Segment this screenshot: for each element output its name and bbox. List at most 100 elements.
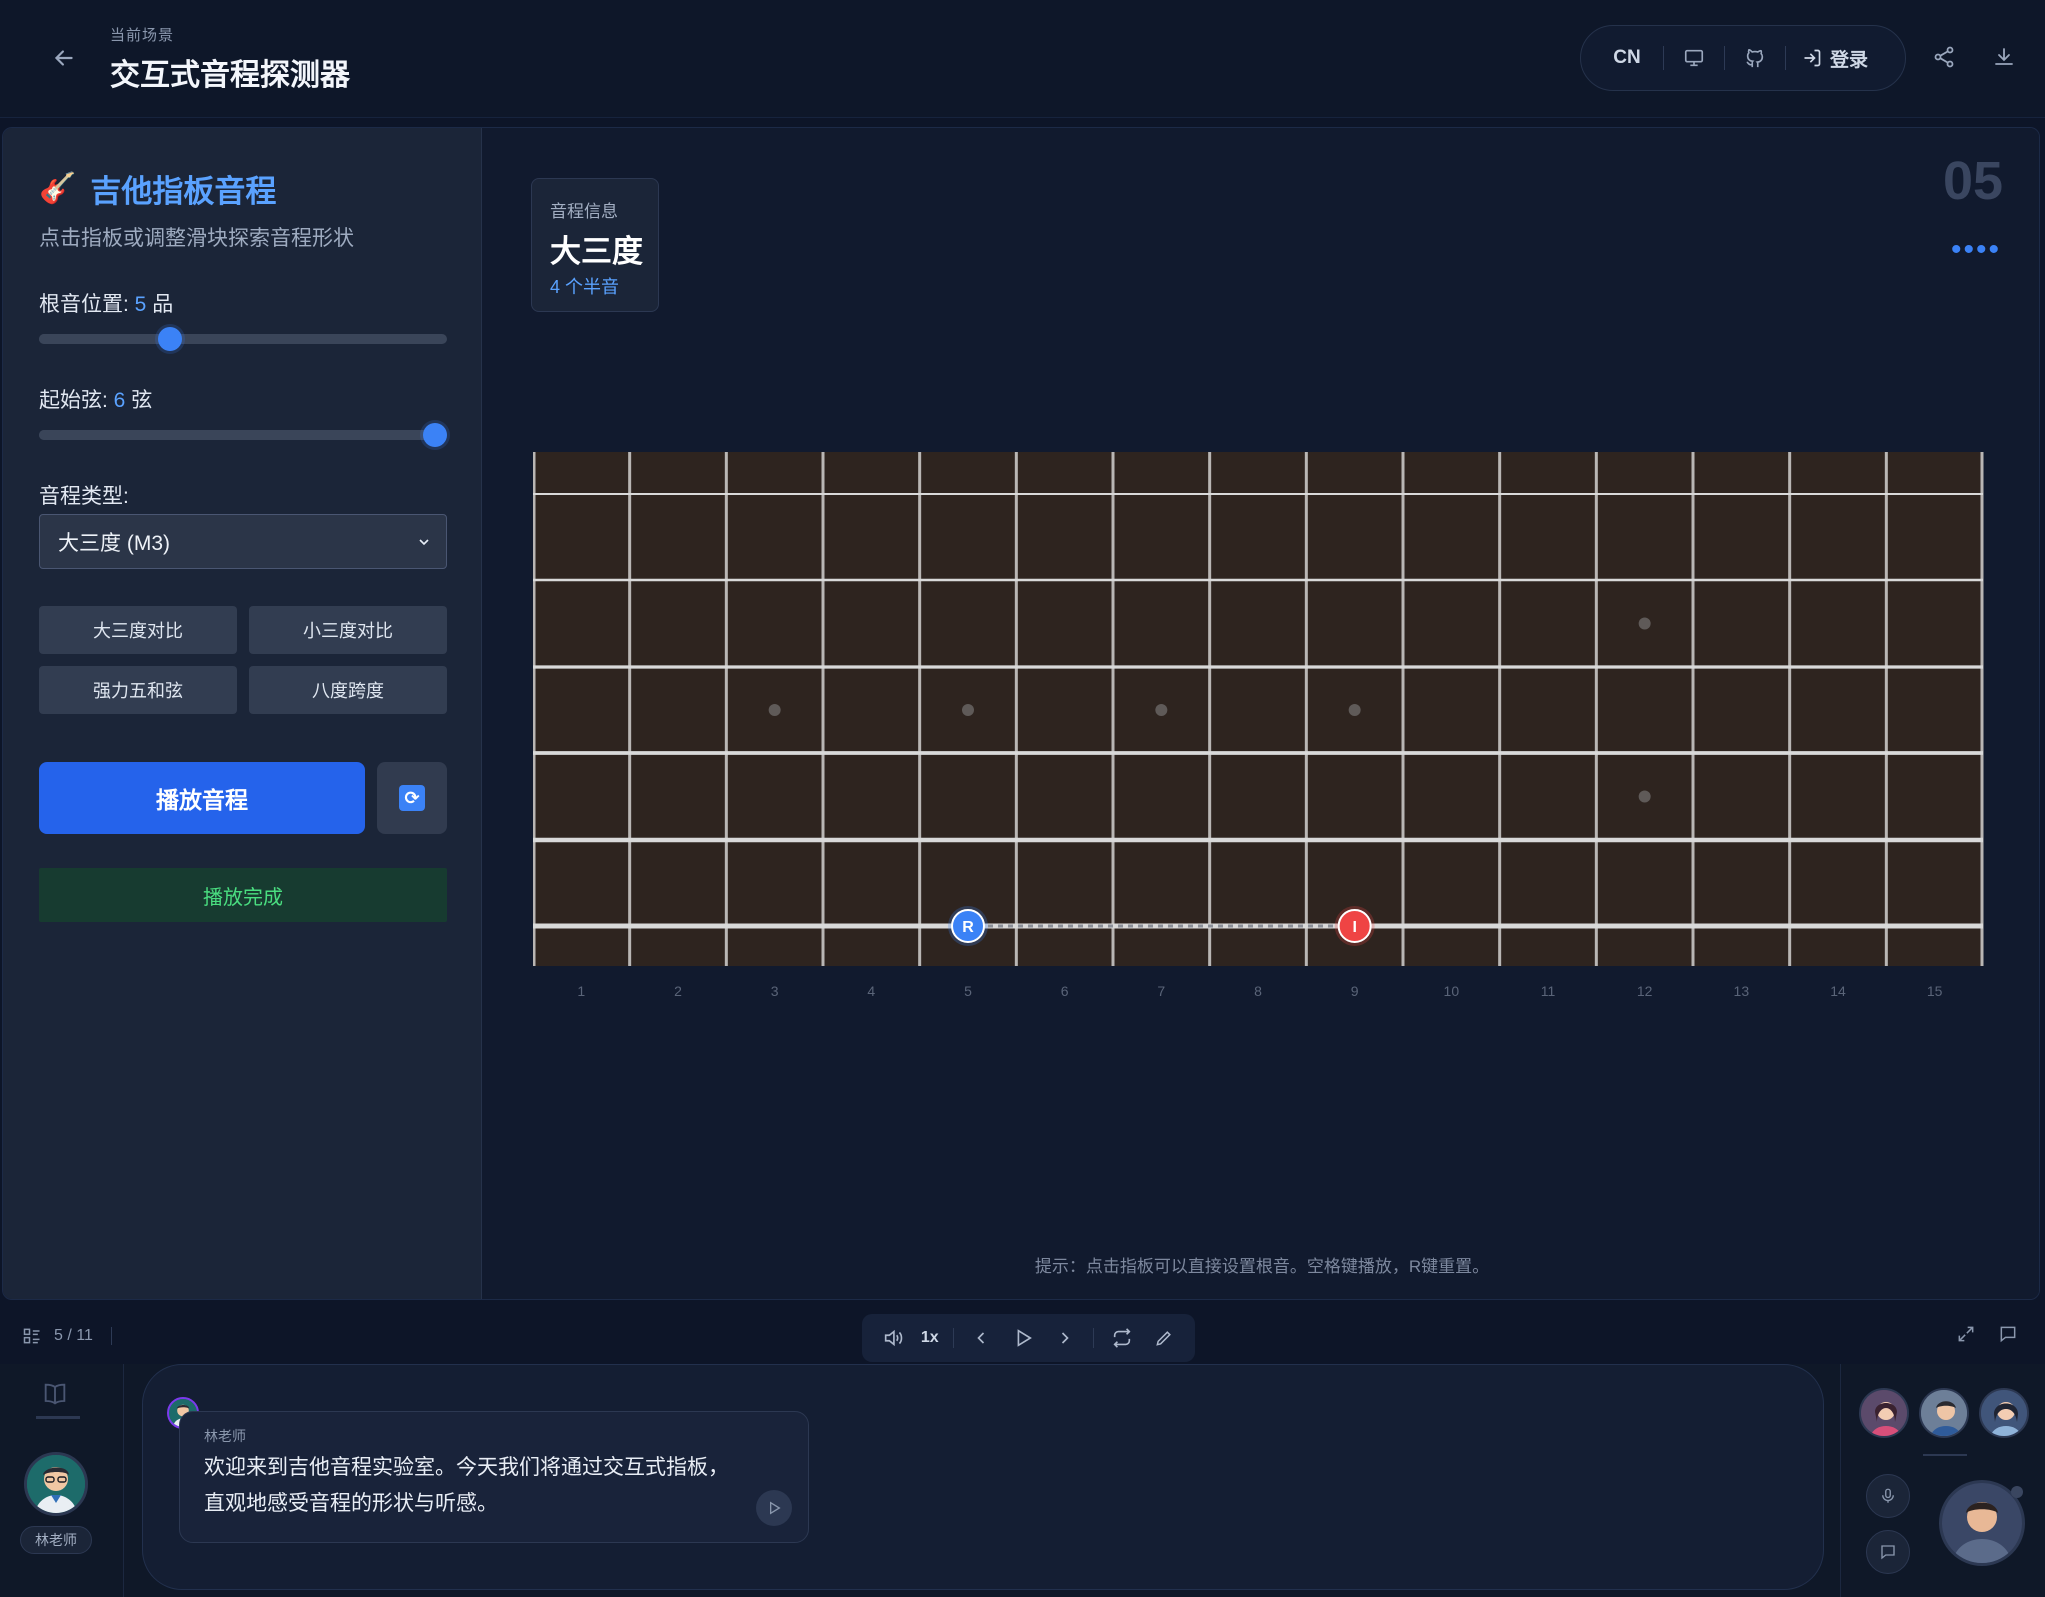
- play-audio-icon[interactable]: [756, 1490, 792, 1526]
- next-icon[interactable]: [1051, 1324, 1079, 1352]
- back-icon[interactable]: [44, 38, 84, 78]
- string-value: 6: [113, 389, 126, 412]
- fret-number: 4: [867, 983, 875, 999]
- panel-title: 🎸 吉他指板音程: [39, 166, 276, 211]
- tab-indicator: [36, 1416, 80, 1419]
- semitone-suffix: 个半音: [565, 277, 620, 297]
- fret-number: 9: [1351, 983, 1359, 999]
- fullscreen-icon[interactable]: [1956, 1324, 1976, 1344]
- login-button[interactable]: 登录: [1802, 45, 1868, 72]
- fretboard-body: [533, 452, 1983, 966]
- divider: [952, 1328, 954, 1348]
- microphone-button[interactable]: [1866, 1474, 1910, 1518]
- speed-control[interactable]: 1x: [921, 1329, 939, 1347]
- book-icon[interactable]: [40, 1380, 72, 1410]
- slider-thumb[interactable]: [158, 327, 183, 351]
- chat-message: 欢迎来到吉他音程实验室。今天我们将通过交互式指板，直观地感受音程的形状与听感。: [204, 1456, 729, 1515]
- student-avatar[interactable]: [1979, 1388, 2029, 1438]
- status-dot: [2011, 1486, 2023, 1498]
- teacher-name-chip: 林老师: [20, 1526, 92, 1554]
- chevron-down-icon: [419, 538, 429, 545]
- select-value: 大三度 (M3): [58, 531, 170, 555]
- playback-control-bar: 5 / 11 1x: [0, 1310, 2045, 1366]
- refresh-icon: ⟳: [399, 785, 425, 811]
- slide-number: 05: [1943, 151, 2004, 211]
- preset-power-chord[interactable]: 强力五和弦: [39, 666, 237, 714]
- guitar-fretboard[interactable]: R I1 2 3 4 5 6 7 8 9 10 11 12 13 14 15: [533, 452, 1993, 1012]
- page-title: 交互式音程探测器: [110, 59, 350, 92]
- classroom-area: 林老师 林老师 欢迎来到吉他音程实验室。今天我们将通过交互式指板，直观地感受音程…: [0, 1364, 2045, 1597]
- fret-inlay-dot: [1638, 617, 1651, 630]
- pen-icon[interactable]: [1150, 1324, 1178, 1352]
- interval-type-select[interactable]: 大三度 (M3): [39, 514, 447, 569]
- interval-info-card: 音程信息 大三度 4 个半音: [531, 178, 659, 312]
- share-icon[interactable]: [1924, 37, 1964, 77]
- fret-inlay-dot: [1638, 790, 1651, 803]
- fret-number: 1: [577, 983, 585, 999]
- semitone-value: 4: [550, 277, 561, 297]
- root-note-marker-label: R: [962, 919, 974, 936]
- root-value: 5: [134, 293, 147, 316]
- root-position-slider[interactable]: [39, 327, 447, 351]
- previous-icon[interactable]: [967, 1324, 995, 1352]
- view-controls: [1956, 1324, 2018, 1344]
- student-avatar[interactable]: [1919, 1388, 1969, 1438]
- root-label-suffix: 品: [146, 293, 174, 316]
- info-label: 音程信息: [550, 202, 618, 221]
- fret-number: 3: [771, 983, 779, 999]
- more-options-icon[interactable]: ••••: [1951, 235, 2001, 265]
- chat-button[interactable]: [1866, 1530, 1910, 1574]
- fret-number: 6: [1061, 983, 1069, 999]
- top-toolbar: CN 登录: [1580, 25, 1906, 91]
- slider-fill: [39, 334, 171, 344]
- divider: [1093, 1328, 1095, 1348]
- fret-inlay-dot: [1348, 704, 1361, 716]
- fret-inlay-dot: [768, 704, 781, 716]
- top-header: 当前场景 交互式音程探测器 CN 登录: [0, 0, 2045, 118]
- fret-number: 13: [1734, 983, 1750, 999]
- preset-minor-third-compare[interactable]: 小三度对比: [249, 606, 447, 654]
- page-indicator: 5 / 11: [54, 1327, 93, 1344]
- preset-major-third-compare[interactable]: 大三度对比: [39, 606, 237, 654]
- divider: [1724, 46, 1725, 70]
- download-icon[interactable]: [1984, 37, 2024, 77]
- fretboard-panel: 音程信息 大三度 4 个半音 05 •••• R I 1 2 3 4 5 6 7 8 9 10 11 12…: [483, 128, 2039, 1299]
- semitone-count: 4 个半音: [550, 273, 658, 299]
- comment-icon[interactable]: [1998, 1324, 2018, 1344]
- reset-button[interactable]: ⟳: [377, 762, 447, 834]
- student-avatar[interactable]: [1859, 1388, 1909, 1438]
- play-icon[interactable]: [1009, 1324, 1037, 1352]
- fret-number: 5: [964, 983, 972, 999]
- volume-icon[interactable]: [879, 1324, 907, 1352]
- control-panel: 🎸 吉他指板音程 点击指板或调整滑块探索音程形状 根音位置: 5 品 起始弦: …: [3, 128, 482, 1299]
- monitor-icon[interactable]: [1674, 38, 1714, 78]
- teacher-avatar[interactable]: [24, 1452, 88, 1516]
- guitar-icon: 🎸: [39, 172, 77, 205]
- keyboard-tip: 提示：点击指板可以直接设置根音。空格键播放，R键重置。: [1034, 1257, 1490, 1276]
- page-indicator-group: 5 / 11: [22, 1326, 112, 1346]
- start-string-label: 起始弦: 6 弦: [39, 384, 152, 414]
- github-icon[interactable]: [1735, 38, 1775, 78]
- fret-number: 8: [1254, 983, 1262, 999]
- string-label-prefix: 起始弦:: [39, 389, 114, 412]
- repeat-icon[interactable]: [1108, 1324, 1136, 1352]
- fret-number: 10: [1444, 983, 1460, 999]
- slider-fill: [39, 430, 435, 440]
- scene-subtitle: 当前场景: [110, 27, 175, 44]
- panel-title-text: 吉他指板音程: [90, 174, 277, 209]
- fret-number: 2: [674, 983, 682, 999]
- preset-octave-span[interactable]: 八度跨度: [249, 666, 447, 714]
- outline-list-icon[interactable]: [22, 1326, 42, 1346]
- interval-note-marker-label: I: [1352, 919, 1356, 936]
- chat-icon: [1881, 1545, 1895, 1560]
- slider-thumb[interactable]: [423, 423, 447, 447]
- fret-number: 7: [1157, 983, 1165, 999]
- microphone-icon: [1882, 1488, 1894, 1503]
- status-message: 播放完成: [39, 868, 447, 922]
- start-string-slider[interactable]: [39, 423, 447, 447]
- play-interval-button[interactable]: 播放音程: [39, 762, 365, 834]
- fret-number: 14: [1830, 983, 1846, 999]
- fret-number: 12: [1637, 983, 1653, 999]
- speaker-name: 林老师: [204, 1428, 246, 1444]
- language-toggle[interactable]: CN: [1601, 47, 1653, 69]
